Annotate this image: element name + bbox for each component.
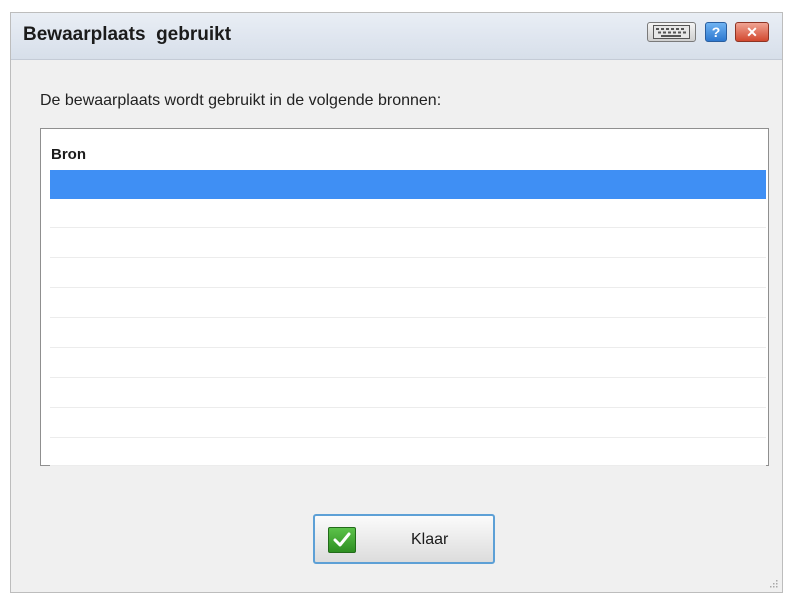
klaar-label: Klaar xyxy=(411,531,449,548)
keyboard-icon xyxy=(653,25,690,39)
table-row[interactable] xyxy=(50,199,766,228)
table-row[interactable] xyxy=(50,409,766,438)
klaar-button[interactable]: Klaar xyxy=(313,514,495,564)
dialog-title: Bewaarplaats gebruikt xyxy=(23,24,232,45)
table-row[interactable] xyxy=(50,379,766,408)
check-icon xyxy=(328,527,356,553)
keyboard-button[interactable] xyxy=(647,22,696,42)
table-row[interactable] xyxy=(50,319,766,348)
table-row[interactable] xyxy=(50,289,766,318)
sources-table[interactable]: Bron xyxy=(40,128,769,466)
help-button[interactable]: ? xyxy=(705,22,727,42)
dialog-window: Bewaarplaats gebruikt ? ✕ De bewaarplaat… xyxy=(10,12,783,593)
table-row[interactable] xyxy=(50,259,766,288)
table-row[interactable] xyxy=(50,170,766,199)
table-row[interactable] xyxy=(50,349,766,378)
table-row[interactable] xyxy=(50,437,766,466)
column-header-bron[interactable]: Bron xyxy=(51,146,86,163)
table-row[interactable] xyxy=(50,229,766,258)
close-button[interactable]: ✕ xyxy=(735,22,769,42)
help-icon: ? xyxy=(711,24,721,40)
title-bar[interactable]: Bewaarplaats gebruikt ? ✕ xyxy=(11,13,782,60)
close-icon: ✕ xyxy=(746,23,758,40)
resize-grip-icon[interactable] xyxy=(768,578,778,588)
usage-message: De bewaarplaats wordt gebruikt in de vol… xyxy=(40,92,442,109)
